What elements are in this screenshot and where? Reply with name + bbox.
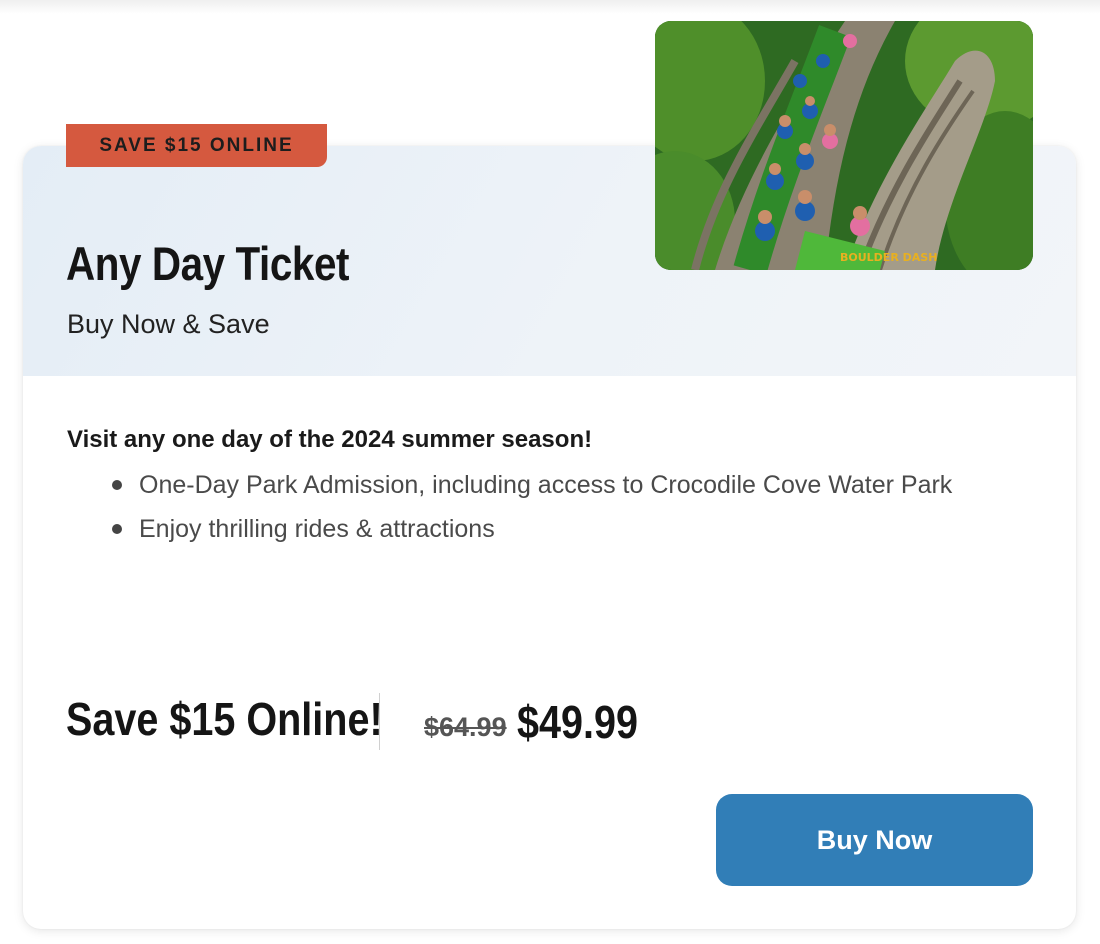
roller-coaster-photo: BOULDER DASH	[655, 21, 1033, 270]
price-divider	[379, 693, 380, 750]
list-item: One-Day Park Admission, including access…	[112, 468, 952, 512]
coaster-sign-text: BOULDER DASH	[840, 251, 937, 264]
feature-list: One-Day Park Admission, including access…	[112, 468, 952, 556]
list-item: Enjoy thrilling rides & attractions	[112, 512, 952, 556]
promo-headline: Save $15 Online!	[66, 693, 383, 745]
ticket-intro: Visit any one day of the 2024 summer sea…	[67, 426, 593, 453]
original-price: $64.99	[424, 712, 507, 742]
ticket-title: Any Day Ticket	[66, 237, 350, 290]
feature-text: Enjoy thrilling rides & attractions	[139, 515, 495, 543]
ticket-subtitle: Buy Now & Save	[67, 309, 270, 339]
bullet-icon	[112, 524, 122, 534]
buy-now-button[interactable]: Buy Now	[716, 794, 1033, 886]
top-shadow	[0, 0, 1100, 14]
feature-text: One-Day Park Admission, including access…	[139, 471, 953, 499]
sale-price: $49.99	[517, 696, 639, 748]
save-online-badge: SAVE $15 ONLINE	[66, 124, 327, 167]
bullet-icon	[112, 480, 122, 490]
